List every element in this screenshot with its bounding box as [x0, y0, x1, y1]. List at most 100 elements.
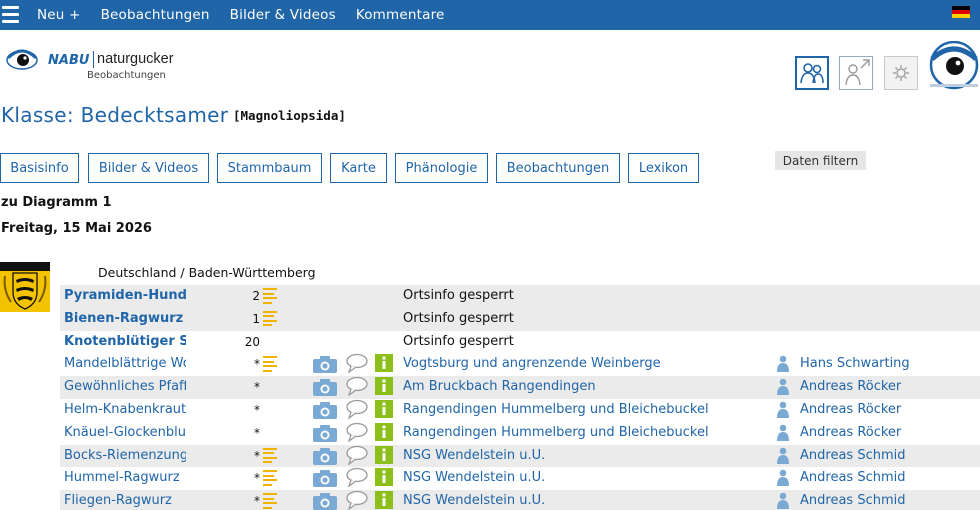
observer-link[interactable]: Andreas Schmid: [800, 445, 980, 468]
observation-table: Pyramiden-Hundswurz2Ortsinfo gesperrtBie…: [60, 285, 980, 510]
comment-icon[interactable]: [346, 445, 368, 468]
table-row: Bienen-Ragwurz 1 Ortsinfo gesperrt: [60, 307, 980, 331]
logo-product: naturgucker: [97, 51, 174, 67]
filter-data-button[interactable]: Daten filtern: [775, 151, 866, 170]
details-list-icon[interactable]: [263, 490, 279, 510]
tab-karte[interactable]: Karte: [330, 153, 387, 183]
scientific-name: [Magnoliopsida]: [233, 108, 346, 123]
details-list-icon[interactable]: [263, 353, 279, 376]
table-row: Mandelblättrige Wolfsmilch * Vogtsburg und…: [60, 353, 980, 376]
comment-icon[interactable]: [346, 353, 368, 376]
species-link[interactable]: Knäuel-Glockenblume: [64, 422, 186, 445]
person-icon: [776, 399, 792, 422]
location-link[interactable]: NSG Wendelstein u.U.: [403, 467, 763, 490]
species-link[interactable]: Mandelblättrige Wolfsmilch: [64, 353, 186, 376]
person-icon: [776, 353, 792, 376]
species-link[interactable]: Gewöhnliches Pfaffenhütchen: [64, 376, 186, 399]
info-icon[interactable]: [374, 353, 394, 376]
nav-comments[interactable]: Kommentare: [356, 7, 445, 23]
location-locked-text: Ortsinfo gesperrt: [403, 310, 514, 326]
tab-basisinfo[interactable]: Basisinfo: [0, 153, 79, 183]
details-list-icon[interactable]: [263, 445, 279, 468]
camera-icon[interactable]: [312, 467, 338, 490]
observer-link[interactable]: Andreas Röcker: [800, 376, 980, 399]
observation-count: *: [254, 494, 260, 509]
location-link[interactable]: NSG Wendelstein u.U.: [403, 445, 763, 468]
table-row: Knäuel-Glockenblume * Rangendingen Hummelb…: [60, 422, 980, 445]
observation-count: *: [254, 402, 260, 417]
top-navigation-bar: Neu + Beobachtungen Bilder & Videos Komm…: [0, 0, 980, 30]
menu-icon[interactable]: [2, 6, 19, 23]
camera-icon[interactable]: [312, 399, 338, 422]
camera-icon[interactable]: [312, 422, 338, 445]
tab-stammbaum[interactable]: Stammbaum: [217, 153, 322, 183]
species-link[interactable]: Fliegen-Ragwurz: [64, 490, 186, 510]
camera-icon[interactable]: [312, 376, 338, 399]
species-link[interactable]: Pyramiden-Hundswurz: [64, 285, 186, 308]
observation-count: *: [254, 380, 260, 395]
info-icon[interactable]: [374, 422, 394, 445]
nabu-naturgucker-logo[interactable]: NABU naturgucker Beobachtungen: [6, 44, 176, 84]
observation-count: *: [254, 425, 260, 440]
observer-link[interactable]: Andreas Schmid: [800, 490, 980, 510]
page-title: Klasse: Bedecktsamer: [1, 103, 229, 127]
table-row: Bocks-Riemenzunge * NSG Wendelstein u.U. An…: [60, 444, 980, 468]
observation-count: *: [254, 471, 260, 486]
nav-media[interactable]: Bilder & Videos: [230, 7, 336, 23]
details-list-icon[interactable]: [263, 467, 279, 490]
info-icon[interactable]: [374, 490, 394, 510]
info-icon[interactable]: [374, 445, 394, 468]
nav-observations[interactable]: Beobachtungen: [101, 7, 210, 23]
observer-link[interactable]: Andreas Röcker: [800, 399, 980, 422]
comment-icon[interactable]: [346, 399, 368, 422]
tab-lexikon[interactable]: Lexikon: [628, 153, 699, 183]
location-link[interactable]: Rangendingen Hummelberg und Bleichebucke…: [403, 422, 763, 445]
comment-icon[interactable]: [346, 422, 368, 445]
comment-icon[interactable]: [346, 490, 368, 510]
top-nav-links: Neu + Beobachtungen Bilder & Videos Komm…: [37, 0, 465, 30]
table-row: Knotenblütiger Sellerie 20 Ortsinfo gesper…: [60, 331, 980, 354]
observer-link[interactable]: Andreas Röcker: [800, 422, 980, 445]
table-row: Hummel-Ragwurz * NSG Wendelstein u.U. Andre…: [60, 467, 980, 490]
table-row: Pyramiden-Hundswurz 2 Ortsinfo gesperrt: [60, 285, 980, 308]
tab-phaenologie[interactable]: Phänologie: [395, 153, 488, 183]
species-link[interactable]: Knotenblütiger Sellerie: [64, 331, 186, 354]
location-link[interactable]: Rangendingen Hummelberg und Bleichebucke…: [403, 399, 763, 422]
details-list-icon[interactable]: [263, 285, 279, 308]
diagram-link[interactable]: zu Diagramm 1: [1, 195, 112, 210]
location-link[interactable]: Vogtsburg und angrenzende Weinberge: [403, 353, 763, 376]
location-link[interactable]: NSG Wendelstein u.U.: [403, 490, 763, 510]
settings-icon[interactable]: [884, 56, 918, 90]
comment-icon[interactable]: [346, 376, 368, 399]
nav-new[interactable]: Neu +: [37, 7, 81, 23]
person-icon: [776, 376, 792, 399]
profile-link-icon[interactable]: [839, 56, 873, 90]
tab-beobachtungen[interactable]: Beobachtungen: [496, 153, 620, 183]
info-icon[interactable]: [374, 399, 394, 422]
person-icon: [776, 445, 792, 468]
species-link[interactable]: Bocks-Riemenzunge: [64, 445, 186, 468]
camera-icon[interactable]: [312, 490, 338, 510]
species-link[interactable]: Helm-Knabenkraut: [64, 399, 186, 422]
person-icon: [776, 422, 792, 445]
camera-icon[interactable]: [312, 353, 338, 376]
comment-icon[interactable]: [346, 467, 368, 490]
community-icon[interactable]: [795, 56, 829, 90]
flag-germany-icon[interactable]: [952, 6, 970, 18]
eye-logo-icon: [6, 49, 38, 70]
observation-count: *: [254, 357, 260, 372]
logo-divider: [93, 51, 94, 68]
location-link[interactable]: Am Bruckbach Rangendingen: [403, 376, 763, 399]
observer-link[interactable]: Hans Schwarting: [800, 353, 980, 376]
tab-media[interactable]: Bilder & Videos: [88, 153, 209, 183]
info-icon[interactable]: [374, 376, 394, 399]
species-link[interactable]: Bienen-Ragwurz: [64, 308, 186, 331]
species-link[interactable]: Hummel-Ragwurz: [64, 467, 186, 490]
table-row: Helm-Knabenkraut * Rangendingen Hummelberg…: [60, 399, 980, 422]
coat-of-arms-icon: [0, 262, 50, 312]
naturgucker-eye-logo[interactable]: [928, 41, 980, 91]
camera-icon[interactable]: [312, 445, 338, 468]
info-icon[interactable]: [374, 467, 394, 490]
details-list-icon[interactable]: [263, 308, 279, 331]
observer-link[interactable]: Andreas Schmid: [800, 467, 980, 490]
